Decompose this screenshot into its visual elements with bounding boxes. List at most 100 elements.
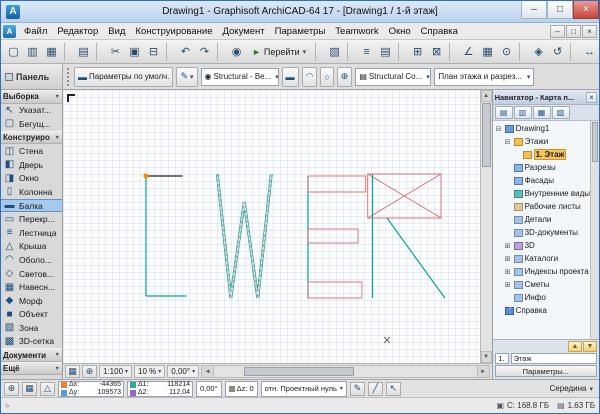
tool-stair[interactable]: ≡ Лестница bbox=[1, 226, 62, 240]
story-down-icon[interactable]: ▼ bbox=[583, 341, 597, 352]
layer-settings-icon[interactable]: ≡ bbox=[357, 42, 376, 61]
story-up-icon[interactable]: ▲ bbox=[568, 341, 582, 352]
beam-arm-top[interactable] bbox=[308, 176, 366, 192]
menu-item[interactable]: Teamwork bbox=[330, 24, 383, 39]
menu-item[interactable]: Параметры bbox=[270, 24, 331, 39]
menu-item[interactable]: Окно bbox=[384, 24, 416, 39]
horizontal-scrollbar[interactable]: ◄ ► bbox=[201, 365, 489, 378]
info-box-grip[interactable] bbox=[67, 68, 71, 86]
beam-letter-r[interactable] bbox=[368, 174, 445, 298]
tool-slab[interactable]: ▭ Перекр... bbox=[1, 212, 62, 226]
layout-book-tab-icon[interactable]: ▦ bbox=[533, 106, 551, 119]
grid-snap-icon[interactable]: ▦ bbox=[478, 42, 497, 61]
scroll-left-icon[interactable]: ◄ bbox=[202, 366, 214, 377]
tree-expander-icon[interactable]: ⊞ bbox=[504, 242, 512, 250]
gravity-button[interactable]: △ bbox=[40, 382, 55, 396]
publisher-tab-icon[interactable]: ▧ bbox=[552, 106, 570, 119]
zoom-combo[interactable]: 10 % bbox=[134, 365, 165, 378]
story-name-field[interactable]: Этаж bbox=[511, 353, 597, 364]
view-map-tab-icon[interactable]: ▥ bbox=[514, 106, 532, 119]
mdi-minimize-button[interactable]: – bbox=[550, 25, 565, 38]
tree-item-help[interactable]: Справка bbox=[493, 304, 590, 317]
tool-column[interactable]: ▯ Колонна bbox=[1, 185, 62, 199]
tree-item-info[interactable]: Инфо bbox=[493, 291, 590, 304]
navigator-close-icon[interactable]: × bbox=[586, 92, 597, 103]
beam-circle-button[interactable]: ○ bbox=[320, 67, 333, 87]
pan-button[interactable]: ⊕ bbox=[82, 365, 97, 378]
suspend-groups-icon[interactable]: ⊠ bbox=[427, 42, 446, 61]
orbit-icon[interactable]: ↺ bbox=[548, 42, 567, 61]
beam-letter-w[interactable] bbox=[217, 174, 271, 298]
tool-beam[interactable]: ▬ Балка bbox=[1, 199, 62, 213]
composite-combo[interactable]: ▤ Structural Co... bbox=[355, 68, 431, 86]
tree-item-3d-documents[interactable]: 3D-документы bbox=[493, 226, 590, 239]
titlebar[interactable]: A Drawing1 - Graphisoft ArchiCAD-64 17 -… bbox=[1, 1, 599, 23]
menu-item[interactable]: Документ bbox=[217, 24, 269, 39]
scroll-up-icon[interactable]: ▲ bbox=[481, 90, 492, 102]
open-icon[interactable]: ▥ bbox=[23, 42, 42, 61]
selection-handle[interactable] bbox=[143, 173, 148, 178]
dimension-icon[interactable]: ↔ bbox=[580, 42, 599, 61]
mdi-restore-button[interactable]: □ bbox=[566, 25, 581, 38]
angle-value-2[interactable]: 112,04 bbox=[169, 389, 190, 397]
navigator-header[interactable]: Навигатор - Карта п... × bbox=[493, 90, 599, 105]
tree-expander-icon[interactable]: ⊞ bbox=[504, 255, 512, 263]
tree-item-stories[interactable]: ⊟ Этажи bbox=[493, 135, 590, 148]
distance-angle-fields[interactable]: Δ1: 118214 Δ2: 112,04 bbox=[127, 381, 193, 397]
toolbox-palette-header[interactable]: Панель bbox=[1, 64, 63, 89]
minimize-button[interactable]: – bbox=[521, 1, 547, 19]
distance-value[interactable]: 118214 bbox=[167, 381, 190, 389]
y-value[interactable]: 109573 bbox=[98, 389, 121, 397]
toolbox-section-selection[interactable]: Выборка bbox=[1, 90, 62, 104]
toolbox-section-more[interactable]: Ещё bbox=[1, 362, 62, 376]
story-number-field[interactable]: 1. bbox=[495, 353, 509, 364]
tree-item-schedules[interactable]: ⊞ Каталоги bbox=[493, 252, 590, 265]
tool-mesh[interactable]: ▩ 3D-сетка bbox=[1, 335, 62, 349]
tree-item-3d[interactable]: ⊞ 3D bbox=[493, 239, 590, 252]
tree-expander-icon[interactable]: ⊟ bbox=[504, 138, 512, 146]
tool-zone[interactable]: ▨ Зона bbox=[1, 321, 62, 335]
undo-icon[interactable]: ↶ bbox=[176, 42, 195, 61]
find-select-icon[interactable]: ◉ bbox=[227, 42, 246, 61]
pen-tool-button[interactable]: ✎ bbox=[350, 382, 365, 396]
vertical-scroll-track[interactable] bbox=[481, 168, 492, 351]
settings-button[interactable]: Параметры... bbox=[495, 365, 597, 377]
beam-arm-middle[interactable] bbox=[308, 229, 358, 243]
beam-straight-button[interactable]: ▬ bbox=[282, 67, 299, 87]
quick-options-button[interactable]: ▦ bbox=[65, 365, 80, 378]
cut-icon[interactable]: ✂ bbox=[106, 42, 125, 61]
tool-wall[interactable]: ◫ Стена bbox=[1, 144, 62, 158]
toolbox-section-document[interactable]: Документи bbox=[1, 348, 62, 362]
beam-axis-button[interactable]: ⊕ bbox=[337, 67, 353, 87]
selection-3d-icon[interactable]: ▨ bbox=[325, 42, 344, 61]
tool-morph[interactable]: ◆ Морф bbox=[1, 294, 62, 308]
tree-item-elevations[interactable]: Фасады bbox=[493, 174, 590, 187]
paste-icon[interactable]: ⊟ bbox=[144, 42, 163, 61]
vertical-scrollbar[interactable]: ▲ ▼ bbox=[480, 90, 492, 363]
tree-expander-icon[interactable]: ⊞ bbox=[504, 281, 512, 289]
snap-points-icon[interactable]: ⊙ bbox=[497, 42, 516, 61]
new-icon[interactable]: ▢ bbox=[4, 42, 23, 61]
scale-combo[interactable]: 1:100 bbox=[99, 365, 132, 378]
tree-item-details[interactable]: Детали bbox=[493, 213, 590, 226]
tree-item-project-indexes[interactable]: ⊞ Индексы проекта bbox=[493, 265, 590, 278]
navigator-scroll-thumb[interactable] bbox=[592, 122, 598, 162]
beam-arm-bottom[interactable] bbox=[308, 282, 362, 298]
beam-letter-l[interactable] bbox=[143, 173, 186, 296]
tool-pointer[interactable]: ↖ Указат... bbox=[1, 104, 62, 118]
menu-item[interactable]: Конструирование bbox=[130, 24, 217, 39]
grid-snap-button[interactable]: ▦ bbox=[22, 382, 37, 396]
menu-item[interactable]: Справка bbox=[416, 24, 463, 39]
redo-icon[interactable]: ↷ bbox=[195, 42, 214, 61]
guide-lines-icon[interactable]: ∠ bbox=[459, 42, 478, 61]
save-icon[interactable]: ▦ bbox=[42, 42, 61, 61]
navigator-scrollbar[interactable] bbox=[590, 121, 599, 339]
tree-item-lists[interactable]: ⊞ Сметы bbox=[493, 278, 590, 291]
pen-color-button[interactable]: ✎ ▾ bbox=[176, 67, 197, 87]
beam-outline[interactable] bbox=[217, 174, 271, 298]
autogroup-icon[interactable]: ⊞ bbox=[408, 42, 427, 61]
tool-roof[interactable]: △ Крыша bbox=[1, 240, 62, 254]
scroll-right-icon[interactable]: ► bbox=[477, 366, 489, 377]
tool-curtain-wall[interactable]: ▦ Навесн... bbox=[1, 280, 62, 294]
vertical-scroll-thumb[interactable] bbox=[482, 103, 491, 167]
